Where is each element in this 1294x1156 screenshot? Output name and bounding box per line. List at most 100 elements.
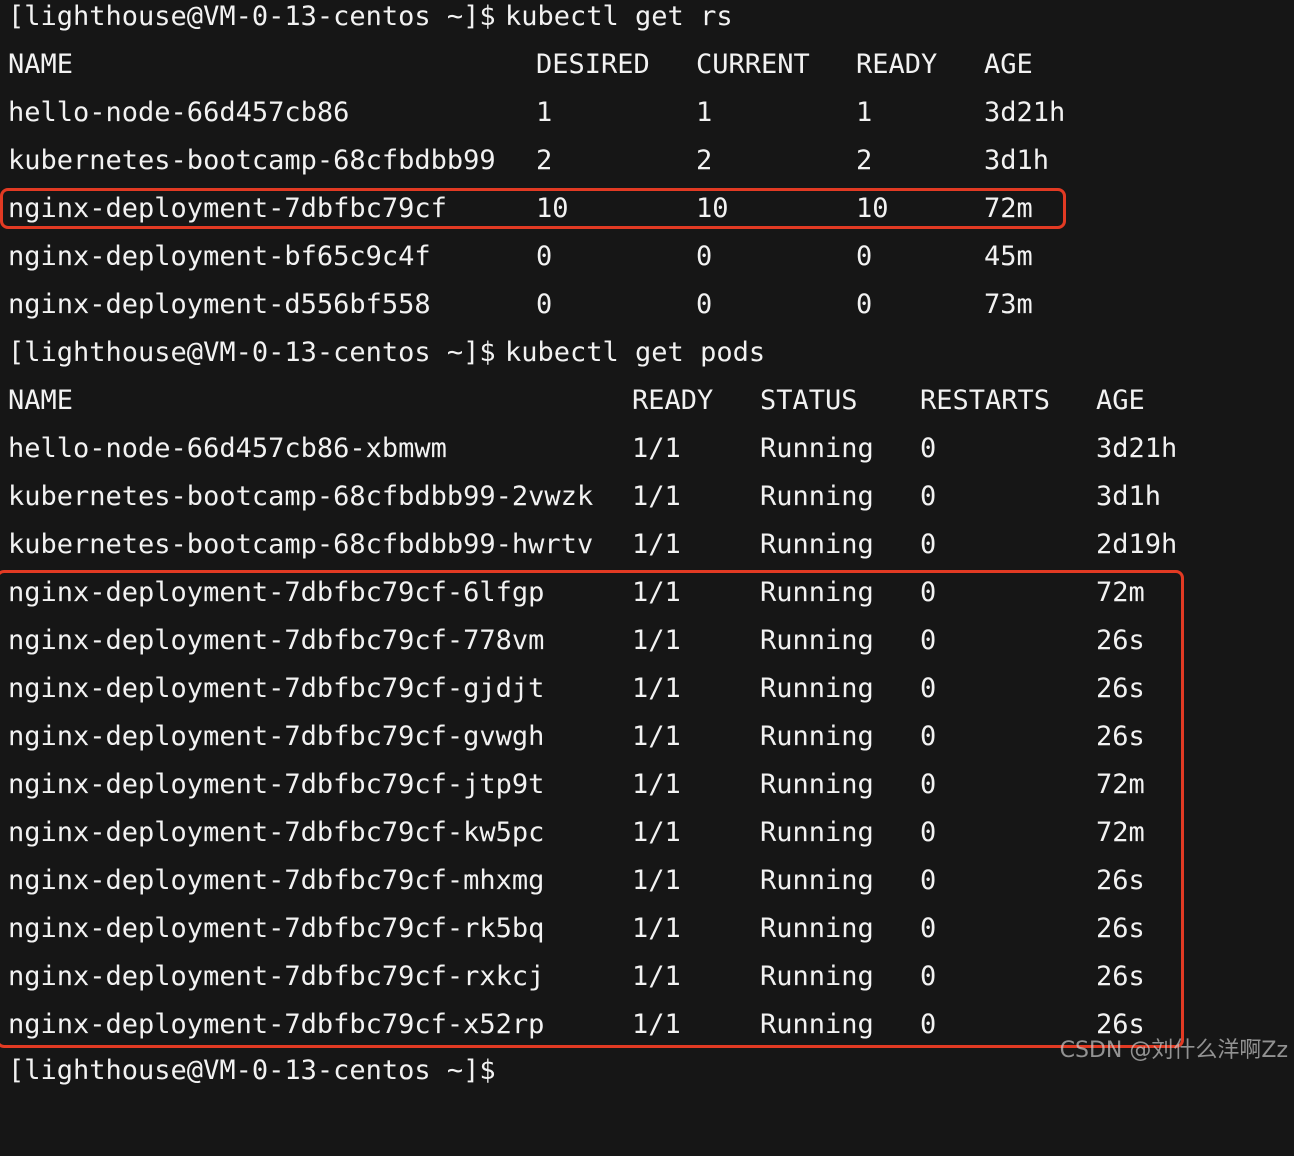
pod-age: 3d21h bbox=[1096, 433, 1178, 464]
shell-prompt: [lighthouse@VM-0-13-centos ~]$ bbox=[8, 1, 496, 32]
pod-name: kubernetes-bootcamp-68cfbdbb99-hwrtv bbox=[8, 529, 594, 560]
command-line-pods: [lighthouse@VM-0-13-centos ~]$ kubectl g… bbox=[8, 336, 765, 384]
pod-name: nginx-deployment-7dbfbc79cf-x52rp bbox=[8, 1009, 545, 1040]
column-header: READY bbox=[856, 49, 938, 80]
rs-row: kubernetes-bootcamp-68cfbdbb99 2 2 2 3d1… bbox=[8, 144, 1049, 192]
pod-status: Running bbox=[760, 673, 874, 704]
pod-ready: 1/1 bbox=[632, 481, 681, 512]
rs-desired: 0 bbox=[536, 289, 553, 320]
pod-name: nginx-deployment-7dbfbc79cf-gvwgh bbox=[8, 721, 545, 752]
rs-desired: 1 bbox=[536, 97, 553, 128]
pod-age: 26s bbox=[1096, 913, 1145, 944]
pod-name: nginx-deployment-7dbfbc79cf-mhxmg bbox=[8, 865, 545, 896]
terminal-window[interactable]: [lighthouse@VM-0-13-centos ~]$ kubectl g… bbox=[0, 0, 1294, 1086]
pod-restarts: 0 bbox=[920, 721, 937, 752]
pod-status: Running bbox=[760, 625, 874, 656]
pod-age: 26s bbox=[1096, 865, 1145, 896]
rs-desired: 2 bbox=[536, 145, 553, 176]
pod-ready: 1/1 bbox=[632, 577, 681, 608]
pod-status: Running bbox=[760, 577, 874, 608]
pod-name: nginx-deployment-7dbfbc79cf-rxkcj bbox=[8, 961, 545, 992]
pod-restarts: 0 bbox=[920, 673, 937, 704]
pod-ready: 1/1 bbox=[632, 961, 681, 992]
column-header: DESIRED bbox=[536, 49, 650, 80]
shell-prompt: [lighthouse@VM-0-13-centos ~]$ bbox=[8, 337, 496, 368]
pod-age: 72m bbox=[1096, 769, 1145, 800]
pod-name: nginx-deployment-7dbfbc79cf-6lfgp bbox=[8, 577, 545, 608]
column-header: CURRENT bbox=[696, 49, 810, 80]
pod-restarts: 0 bbox=[920, 865, 937, 896]
pod-status: Running bbox=[760, 529, 874, 560]
pod-status: Running bbox=[760, 481, 874, 512]
pod-restarts: 0 bbox=[920, 817, 937, 848]
pod-ready: 1/1 bbox=[632, 865, 681, 896]
pod-ready: 1/1 bbox=[632, 913, 681, 944]
column-header: RESTARTS bbox=[920, 385, 1051, 416]
pod-age: 2d19h bbox=[1096, 529, 1178, 560]
pod-restarts: 0 bbox=[920, 577, 937, 608]
pods-table-header: NAME READY STATUS RESTARTS AGE bbox=[8, 384, 1145, 432]
column-header: READY bbox=[632, 385, 714, 416]
pod-age: 26s bbox=[1096, 625, 1145, 656]
pod-name: nginx-deployment-7dbfbc79cf-kw5pc bbox=[8, 817, 545, 848]
pod-restarts: 0 bbox=[920, 769, 937, 800]
column-header: NAME bbox=[8, 385, 74, 416]
pod-status: Running bbox=[760, 769, 874, 800]
pod-restarts: 0 bbox=[920, 481, 937, 512]
rs-name: nginx-deployment-d556bf558 bbox=[8, 289, 431, 320]
pod-restarts: 0 bbox=[920, 625, 937, 656]
pod-ready: 1/1 bbox=[632, 721, 681, 752]
rs-ready: 1 bbox=[856, 97, 873, 128]
pod-status: Running bbox=[760, 961, 874, 992]
command-text: kubectl get pods bbox=[505, 337, 766, 368]
rs-ready: 0 bbox=[856, 289, 873, 320]
column-header: STATUS bbox=[760, 385, 858, 416]
pod-ready: 1/1 bbox=[632, 769, 681, 800]
column-header: AGE bbox=[1096, 385, 1145, 416]
pod-status: Running bbox=[760, 913, 874, 944]
rs-age: 3d1h bbox=[984, 145, 1050, 176]
rs-desired: 0 bbox=[536, 241, 553, 272]
column-header: NAME bbox=[8, 49, 74, 80]
pod-ready: 1/1 bbox=[632, 1009, 681, 1040]
rs-age: 45m bbox=[984, 241, 1033, 272]
column-header: AGE bbox=[984, 49, 1033, 80]
rs-current: 1 bbox=[696, 97, 713, 128]
rs-current: 0 bbox=[696, 241, 713, 272]
watermark: CSDN @刘什么洋啊Zz bbox=[1059, 1038, 1288, 1063]
rs-table-header: NAME DESIRED CURRENT READY AGE bbox=[8, 48, 1033, 96]
pod-age: 26s bbox=[1096, 673, 1145, 704]
rs-ready: 2 bbox=[856, 145, 873, 176]
pod-name: nginx-deployment-7dbfbc79cf-778vm bbox=[8, 625, 545, 656]
pod-ready: 1/1 bbox=[632, 529, 681, 560]
shell-prompt: [lighthouse@VM-0-13-centos ~]$ bbox=[8, 1055, 496, 1086]
rs-age: 72m bbox=[984, 193, 1033, 224]
pod-name: nginx-deployment-7dbfbc79cf-jtp9t bbox=[8, 769, 545, 800]
command-line-last: [lighthouse@VM-0-13-centos ~]$ bbox=[8, 1054, 496, 1102]
rs-current: 0 bbox=[696, 289, 713, 320]
pod-age: 26s bbox=[1096, 961, 1145, 992]
command-line-rs: [lighthouse@VM-0-13-centos ~]$ kubectl g… bbox=[8, 0, 733, 48]
rs-current: 2 bbox=[696, 145, 713, 176]
pod-ready: 1/1 bbox=[632, 625, 681, 656]
pod-ready: 1/1 bbox=[632, 433, 681, 464]
rs-ready: 0 bbox=[856, 241, 873, 272]
pod-status: Running bbox=[760, 433, 874, 464]
pod-name: kubernetes-bootcamp-68cfbdbb99-2vwzk bbox=[8, 481, 594, 512]
pod-restarts: 0 bbox=[920, 433, 937, 464]
rs-age: 73m bbox=[984, 289, 1033, 320]
pod-status: Running bbox=[760, 817, 874, 848]
pod-restarts: 0 bbox=[920, 961, 937, 992]
rs-row: nginx-deployment-d556bf558 0 0 0 73m bbox=[8, 288, 1033, 336]
pod-age: 72m bbox=[1096, 817, 1145, 848]
pod-restarts: 0 bbox=[920, 913, 937, 944]
rs-row-highlighted: nginx-deployment-7dbfbc79cf 10 10 10 72m bbox=[8, 192, 1033, 240]
pod-ready: 1/1 bbox=[632, 673, 681, 704]
pod-status: Running bbox=[760, 865, 874, 896]
rs-name: kubernetes-bootcamp-68cfbdbb99 bbox=[8, 145, 496, 176]
pod-name: hello-node-66d457cb86-xbmwm bbox=[8, 433, 447, 464]
rs-age: 3d21h bbox=[984, 97, 1066, 128]
pod-status: Running bbox=[760, 721, 874, 752]
rs-name: hello-node-66d457cb86 bbox=[8, 97, 350, 128]
pod-age: 3d1h bbox=[1096, 481, 1162, 512]
